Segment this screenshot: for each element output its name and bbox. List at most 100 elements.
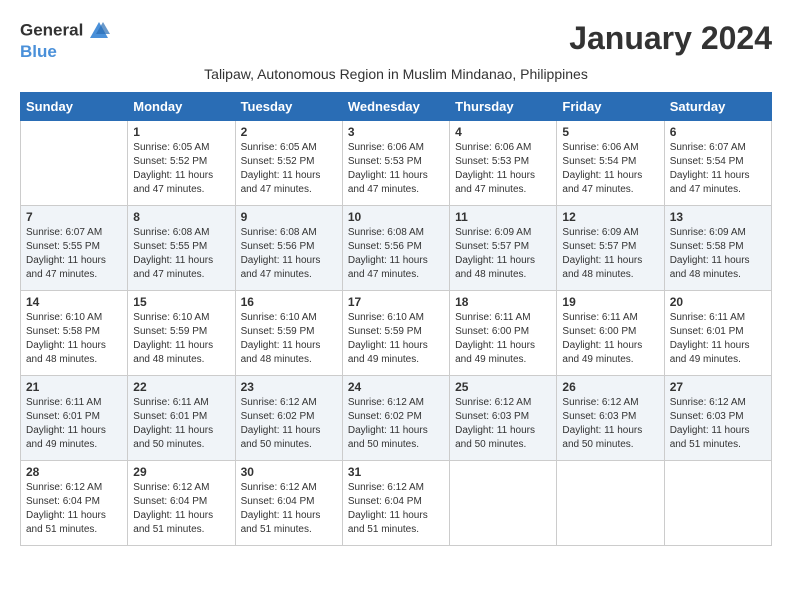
calendar-cell: 10 Sunrise: 6:08 AM Sunset: 5:56 PM Dayl… bbox=[342, 206, 449, 291]
sunrise-text: Sunrise: 6:12 AM bbox=[241, 396, 337, 410]
sunset-text: Sunset: 5:59 PM bbox=[348, 325, 444, 339]
calendar-table: Sunday Monday Tuesday Wednesday Thursday… bbox=[20, 92, 772, 546]
sunset-text: Sunset: 5:59 PM bbox=[241, 325, 337, 339]
day-number: 11 bbox=[455, 210, 551, 224]
daylight-text: Daylight: 11 hours and 48 minutes. bbox=[133, 339, 229, 367]
day-info: Sunrise: 6:08 AM Sunset: 5:56 PM Dayligh… bbox=[241, 226, 337, 282]
sunset-text: Sunset: 6:02 PM bbox=[348, 410, 444, 424]
calendar-cell: 24 Sunrise: 6:12 AM Sunset: 6:02 PM Dayl… bbox=[342, 376, 449, 461]
day-number: 9 bbox=[241, 210, 337, 224]
sunset-text: Sunset: 6:04 PM bbox=[26, 495, 122, 509]
sunrise-text: Sunrise: 6:11 AM bbox=[26, 396, 122, 410]
col-friday: Friday bbox=[557, 93, 664, 121]
day-info: Sunrise: 6:10 AM Sunset: 5:59 PM Dayligh… bbox=[241, 311, 337, 367]
sunrise-text: Sunrise: 6:05 AM bbox=[241, 141, 337, 155]
calendar-cell: 13 Sunrise: 6:09 AM Sunset: 5:58 PM Dayl… bbox=[664, 206, 771, 291]
calendar-cell: 29 Sunrise: 6:12 AM Sunset: 6:04 PM Dayl… bbox=[128, 461, 235, 546]
day-info: Sunrise: 6:07 AM Sunset: 5:54 PM Dayligh… bbox=[670, 141, 766, 197]
day-info: Sunrise: 6:11 AM Sunset: 6:01 PM Dayligh… bbox=[670, 311, 766, 367]
day-info: Sunrise: 6:12 AM Sunset: 6:04 PM Dayligh… bbox=[241, 481, 337, 537]
calendar-cell: 7 Sunrise: 6:07 AM Sunset: 5:55 PM Dayli… bbox=[21, 206, 128, 291]
sunrise-text: Sunrise: 6:12 AM bbox=[241, 481, 337, 495]
daylight-text: Daylight: 11 hours and 50 minutes. bbox=[133, 424, 229, 452]
calendar-cell: 23 Sunrise: 6:12 AM Sunset: 6:02 PM Dayl… bbox=[235, 376, 342, 461]
calendar-cell: 19 Sunrise: 6:11 AM Sunset: 6:00 PM Dayl… bbox=[557, 291, 664, 376]
calendar-cell: 31 Sunrise: 6:12 AM Sunset: 6:04 PM Dayl… bbox=[342, 461, 449, 546]
sunset-text: Sunset: 6:03 PM bbox=[562, 410, 658, 424]
day-number: 21 bbox=[26, 380, 122, 394]
sunrise-text: Sunrise: 6:06 AM bbox=[455, 141, 551, 155]
sunset-text: Sunset: 5:56 PM bbox=[241, 240, 337, 254]
sunset-text: Sunset: 5:55 PM bbox=[26, 240, 122, 254]
sunset-text: Sunset: 6:03 PM bbox=[670, 410, 766, 424]
day-info: Sunrise: 6:12 AM Sunset: 6:04 PM Dayligh… bbox=[133, 481, 229, 537]
day-info: Sunrise: 6:12 AM Sunset: 6:03 PM Dayligh… bbox=[670, 396, 766, 452]
day-info: Sunrise: 6:11 AM Sunset: 6:00 PM Dayligh… bbox=[562, 311, 658, 367]
sunset-text: Sunset: 6:02 PM bbox=[241, 410, 337, 424]
daylight-text: Daylight: 11 hours and 47 minutes. bbox=[562, 169, 658, 197]
daylight-text: Daylight: 11 hours and 48 minutes. bbox=[670, 254, 766, 282]
day-number: 17 bbox=[348, 295, 444, 309]
day-info: Sunrise: 6:12 AM Sunset: 6:04 PM Dayligh… bbox=[26, 481, 122, 537]
day-number: 23 bbox=[241, 380, 337, 394]
sunset-text: Sunset: 5:59 PM bbox=[133, 325, 229, 339]
sunset-text: Sunset: 5:56 PM bbox=[348, 240, 444, 254]
sunrise-text: Sunrise: 6:09 AM bbox=[455, 226, 551, 240]
day-info: Sunrise: 6:11 AM Sunset: 6:00 PM Dayligh… bbox=[455, 311, 551, 367]
sunset-text: Sunset: 5:54 PM bbox=[670, 155, 766, 169]
day-info: Sunrise: 6:09 AM Sunset: 5:57 PM Dayligh… bbox=[562, 226, 658, 282]
day-info: Sunrise: 6:10 AM Sunset: 5:59 PM Dayligh… bbox=[133, 311, 229, 367]
calendar-cell: 25 Sunrise: 6:12 AM Sunset: 6:03 PM Dayl… bbox=[450, 376, 557, 461]
calendar-cell bbox=[450, 461, 557, 546]
col-sunday: Sunday bbox=[21, 93, 128, 121]
day-number: 12 bbox=[562, 210, 658, 224]
calendar-cell: 26 Sunrise: 6:12 AM Sunset: 6:03 PM Dayl… bbox=[557, 376, 664, 461]
calendar-cell: 4 Sunrise: 6:06 AM Sunset: 5:53 PM Dayli… bbox=[450, 121, 557, 206]
calendar-cell: 15 Sunrise: 6:10 AM Sunset: 5:59 PM Dayl… bbox=[128, 291, 235, 376]
col-saturday: Saturday bbox=[664, 93, 771, 121]
calendar-cell: 12 Sunrise: 6:09 AM Sunset: 5:57 PM Dayl… bbox=[557, 206, 664, 291]
daylight-text: Daylight: 11 hours and 50 minutes. bbox=[241, 424, 337, 452]
sunrise-text: Sunrise: 6:10 AM bbox=[241, 311, 337, 325]
sunset-text: Sunset: 6:04 PM bbox=[241, 495, 337, 509]
calendar-week-2: 7 Sunrise: 6:07 AM Sunset: 5:55 PM Dayli… bbox=[21, 206, 772, 291]
sunset-text: Sunset: 5:53 PM bbox=[455, 155, 551, 169]
col-wednesday: Wednesday bbox=[342, 93, 449, 121]
daylight-text: Daylight: 11 hours and 51 minutes. bbox=[241, 509, 337, 537]
sunrise-text: Sunrise: 6:08 AM bbox=[133, 226, 229, 240]
calendar-cell: 9 Sunrise: 6:08 AM Sunset: 5:56 PM Dayli… bbox=[235, 206, 342, 291]
day-info: Sunrise: 6:12 AM Sunset: 6:04 PM Dayligh… bbox=[348, 481, 444, 537]
day-number: 18 bbox=[455, 295, 551, 309]
calendar-cell: 5 Sunrise: 6:06 AM Sunset: 5:54 PM Dayli… bbox=[557, 121, 664, 206]
calendar-cell: 18 Sunrise: 6:11 AM Sunset: 6:00 PM Dayl… bbox=[450, 291, 557, 376]
day-number: 4 bbox=[455, 125, 551, 139]
day-info: Sunrise: 6:11 AM Sunset: 6:01 PM Dayligh… bbox=[133, 396, 229, 452]
calendar-cell: 20 Sunrise: 6:11 AM Sunset: 6:01 PM Dayl… bbox=[664, 291, 771, 376]
sunrise-text: Sunrise: 6:12 AM bbox=[26, 481, 122, 495]
calendar-cell bbox=[21, 121, 128, 206]
sunrise-text: Sunrise: 6:06 AM bbox=[562, 141, 658, 155]
sunrise-text: Sunrise: 6:10 AM bbox=[133, 311, 229, 325]
calendar-cell: 1 Sunrise: 6:05 AM Sunset: 5:52 PM Dayli… bbox=[128, 121, 235, 206]
sunrise-text: Sunrise: 6:11 AM bbox=[133, 396, 229, 410]
daylight-text: Daylight: 11 hours and 49 minutes. bbox=[562, 339, 658, 367]
calendar-cell: 17 Sunrise: 6:10 AM Sunset: 5:59 PM Dayl… bbox=[342, 291, 449, 376]
sunrise-text: Sunrise: 6:07 AM bbox=[670, 141, 766, 155]
sunset-text: Sunset: 6:00 PM bbox=[562, 325, 658, 339]
day-number: 7 bbox=[26, 210, 122, 224]
day-number: 29 bbox=[133, 465, 229, 479]
day-number: 24 bbox=[348, 380, 444, 394]
sunrise-text: Sunrise: 6:08 AM bbox=[348, 226, 444, 240]
header-row: Sunday Monday Tuesday Wednesday Thursday… bbox=[21, 93, 772, 121]
daylight-text: Daylight: 11 hours and 47 minutes. bbox=[133, 254, 229, 282]
sunrise-text: Sunrise: 6:09 AM bbox=[562, 226, 658, 240]
day-info: Sunrise: 6:05 AM Sunset: 5:52 PM Dayligh… bbox=[241, 141, 337, 197]
day-number: 25 bbox=[455, 380, 551, 394]
daylight-text: Daylight: 11 hours and 48 minutes. bbox=[455, 254, 551, 282]
day-number: 5 bbox=[562, 125, 658, 139]
day-number: 31 bbox=[348, 465, 444, 479]
sunset-text: Sunset: 5:52 PM bbox=[241, 155, 337, 169]
day-number: 27 bbox=[670, 380, 766, 394]
col-tuesday: Tuesday bbox=[235, 93, 342, 121]
sunset-text: Sunset: 5:58 PM bbox=[670, 240, 766, 254]
